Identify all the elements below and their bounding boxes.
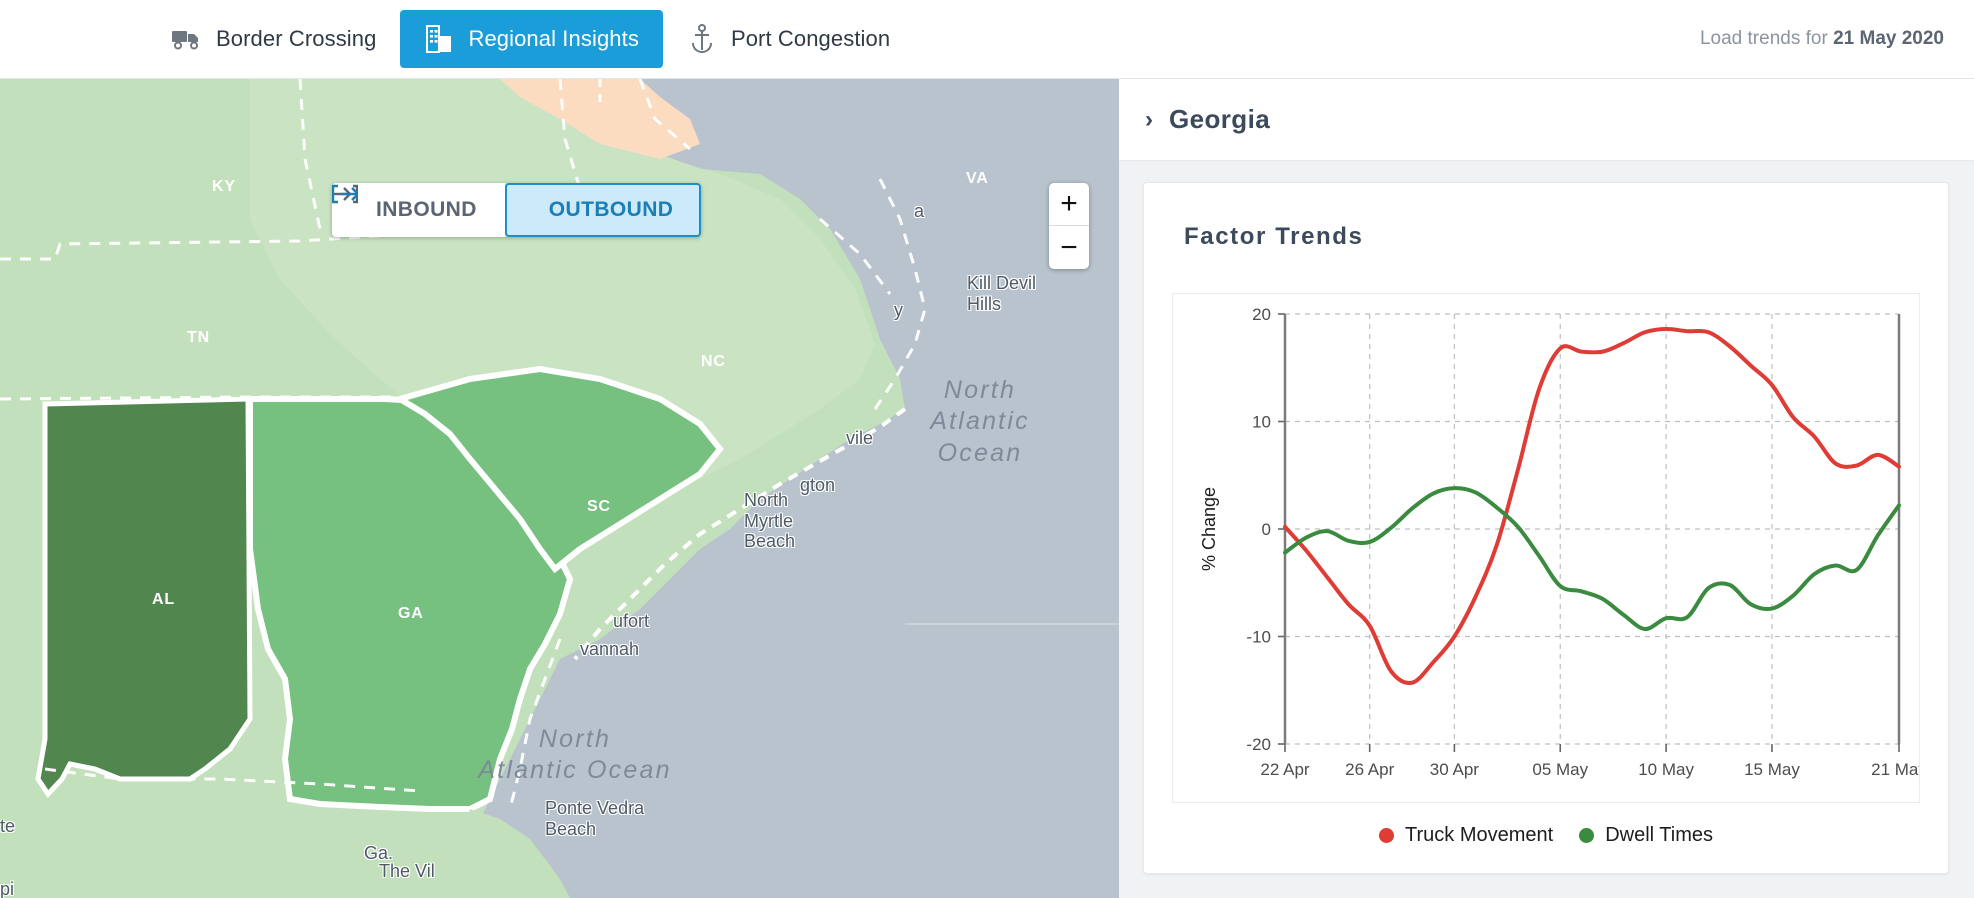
insights-panel: › Georgia Factor Trends 20 10 0 -10 -20 22 Ap… <box>1119 79 1974 898</box>
legend-label: Truck Movement <box>1405 824 1554 846</box>
outbound-label: OUTBOUND <box>548 198 674 221</box>
region-header[interactable]: › Georgia <box>1119 79 1974 161</box>
y-axis-tick-label: -20 <box>1246 735 1271 754</box>
chart-series-line <box>1283 486 1901 631</box>
state-alabama <box>35 396 253 799</box>
x-axis-tick-label: 10 May <box>1638 760 1694 779</box>
region-title: Georgia <box>1169 104 1271 134</box>
inbound-label: INBOUND <box>376 198 477 221</box>
legend-item[interactable]: Truck Movement <box>1379 824 1553 847</box>
tab-port-congestion[interactable]: Port Congestion <box>663 10 914 68</box>
chart-canvas: 20 10 0 -10 -20 22 Apr 26 Apr 30 Apr 05 May 10 Ma… <box>1199 305 1927 779</box>
factor-trends-chart[interactable]: 20 10 0 -10 -20 22 Apr 26 Apr 30 Apr 05 May 10 Ma… <box>1172 293 1927 803</box>
regional-map[interactable]: INBOUND OUTBOUND + − KYTNNCVASCGAALFLKil… <box>0 79 1119 898</box>
y-axis-tick-label: -10 <box>1246 628 1271 647</box>
zoom-in-button[interactable]: + <box>1049 183 1089 226</box>
zoom-out-button[interactable]: − <box>1049 226 1089 269</box>
legend-color-dot <box>1579 828 1595 843</box>
card-title: Factor Trends <box>1184 223 1364 250</box>
chart-legend: Truck Movement Dwell Times <box>1144 824 1948 847</box>
tab-border-crossing[interactable]: Border Crossing <box>148 10 400 68</box>
chart-series-line <box>1283 327 1901 686</box>
x-axis-tick-label: 26 Apr <box>1345 760 1394 779</box>
x-axis-tick-label: 05 May <box>1532 760 1588 779</box>
map-zoom-controls[interactable]: + − <box>1049 183 1089 269</box>
legend-item[interactable]: Dwell Times <box>1579 824 1713 847</box>
outbound-button[interactable]: OUTBOUND <box>332 183 702 237</box>
legend-color-dot <box>1379 828 1394 843</box>
y-axis-tick-label: 20 <box>1252 305 1271 324</box>
factor-trends-card: Factor Trends 20 10 0 -10 -20 22 Apr 26 Apr 30 … <box>1143 182 1949 874</box>
load-trends-label: Load trends for 21 May 2020 <box>1700 28 1944 50</box>
direction-toggle[interactable]: INBOUND OUTBOUND <box>332 183 702 237</box>
nav-tab-group: Border Crossing Regional Insights Port C… <box>148 10 914 68</box>
y-axis-tick-label: 0 <box>1262 520 1271 539</box>
top-navigation-bar: Border Crossing Regional Insights Port C… <box>0 0 1974 79</box>
tab-label: Port Congestion <box>730 26 891 51</box>
tab-label: Border Crossing <box>216 26 377 51</box>
truck-icon <box>172 24 202 54</box>
tab-regional-insights[interactable]: Regional Insights <box>400 10 663 68</box>
x-axis-tick-label: 21 May <box>1871 760 1919 779</box>
x-axis-tick-label: 22 Apr <box>1260 760 1309 779</box>
buildings-icon <box>424 24 454 54</box>
anchor-icon <box>687 24 717 54</box>
x-axis-tick-label: 30 Apr <box>1430 760 1479 779</box>
load-trends-prefix: Load trends for <box>1699 28 1828 49</box>
x-axis-tick-label: 15 May <box>1744 760 1800 779</box>
tab-label: Regional Insights <box>468 26 639 51</box>
load-trends-date: 21 May 2020 <box>1833 28 1944 49</box>
y-axis-tick-label: 10 <box>1252 413 1271 432</box>
chevron-right-icon[interactable]: › <box>1145 107 1153 132</box>
legend-label: Dwell Times <box>1605 824 1713 846</box>
y-axis-title: % Change <box>1199 487 1219 571</box>
